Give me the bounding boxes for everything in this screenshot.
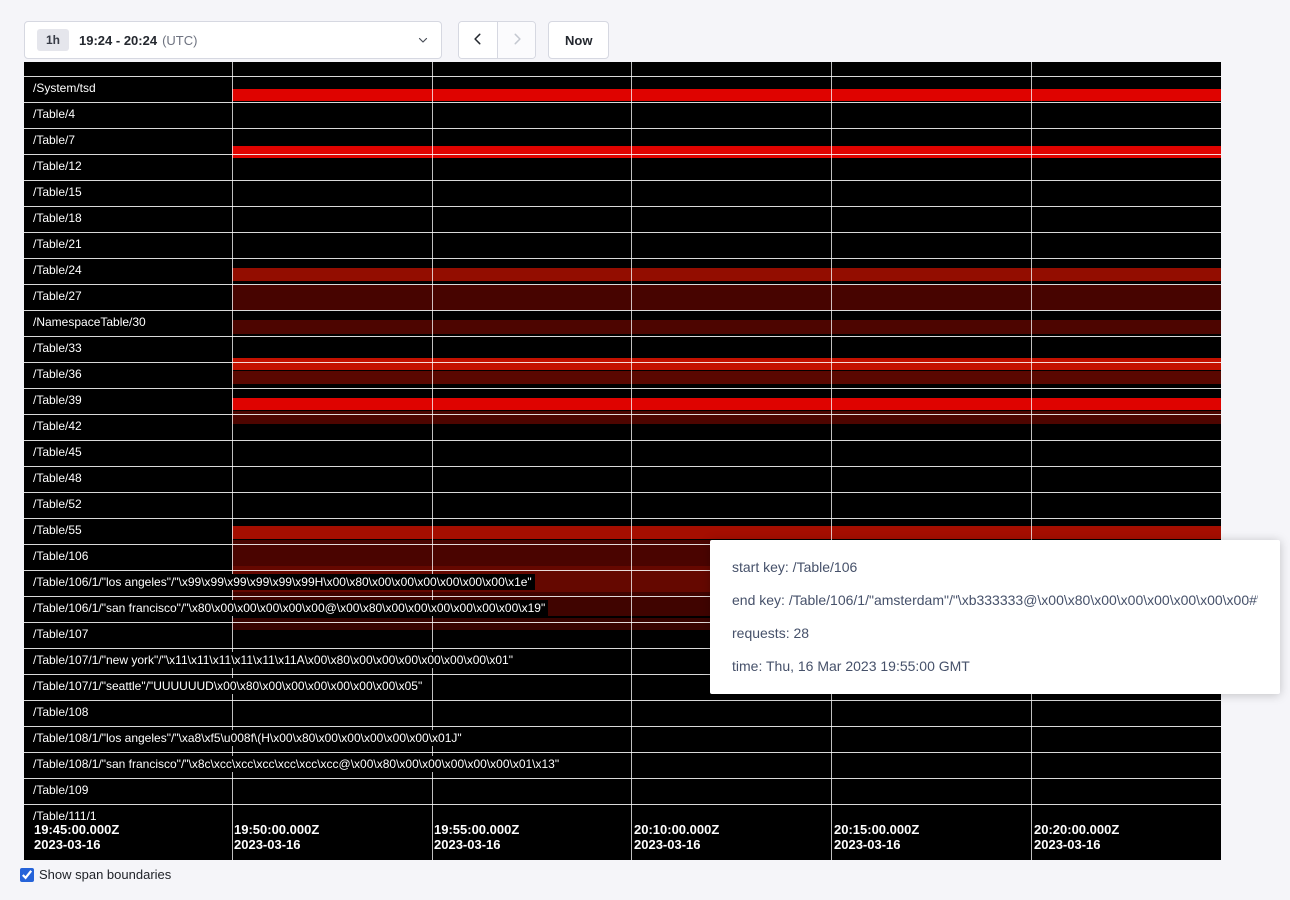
row-key-label: /Table/52 <box>30 496 85 512</box>
tick-time: 20:20:00.000Z <box>1034 822 1119 837</box>
range-value: 19:24 - 20:24 <box>79 33 157 48</box>
row-key-label: /Table/106/1/"san francisco"/"\x80\x00\x… <box>30 600 548 616</box>
tick-date: 2023-03-16 <box>1034 837 1119 852</box>
row-key-label: /Table/15 <box>30 184 85 200</box>
row-key-label: /Table/7 <box>30 132 78 148</box>
span-row[interactable]: /Table/42 <box>24 414 1221 440</box>
toolbar: 1h 19:24 - 20:24 (UTC) Now <box>24 21 609 59</box>
row-key-label: /Table/107/1/"seattle"/"UUUUUUD\x00\x80\… <box>30 678 425 694</box>
span-row[interactable]: /NamespaceTable/30 <box>24 310 1221 336</box>
range-timezone: (UTC) <box>162 33 197 48</box>
tick-date: 2023-03-16 <box>434 837 519 852</box>
span-row[interactable]: /Table/12 <box>24 154 1221 180</box>
tick-time: 19:55:00.000Z <box>434 822 519 837</box>
prev-time-button[interactable] <box>459 22 497 58</box>
chevron-down-icon <box>417 34 429 46</box>
span-row[interactable]: /Table/109 <box>24 778 1221 804</box>
range-label: 19:24 - 20:24 (UTC) <box>79 33 197 48</box>
tick-time: 20:10:00.000Z <box>634 822 719 837</box>
span-row[interactable]: /Table/48 <box>24 466 1221 492</box>
time-tick: 19:55:00.000Z2023-03-16 <box>432 822 519 852</box>
tooltip-requests: requests: 28 <box>732 617 1258 650</box>
row-labels-layer: /System/tsd/Table/4/Table/7/Table/12/Tab… <box>24 76 1221 830</box>
row-key-label: /Table/107 <box>30 626 91 642</box>
row-key-label: /Table/55 <box>30 522 85 538</box>
row-key-label: /Table/109 <box>30 782 91 798</box>
time-tick: 20:10:00.000Z2023-03-16 <box>632 822 719 852</box>
show-span-boundaries-checkbox[interactable] <box>20 868 34 882</box>
row-key-label: /Table/108 <box>30 704 91 720</box>
tick-date: 2023-03-16 <box>34 837 119 852</box>
row-key-label: /Table/42 <box>30 418 85 434</box>
next-time-button[interactable] <box>497 22 535 58</box>
tick-date: 2023-03-16 <box>634 837 719 852</box>
row-key-label: /Table/27 <box>30 288 85 304</box>
tick-date: 2023-03-16 <box>834 837 919 852</box>
row-key-label: /Table/21 <box>30 236 85 252</box>
row-key-label: /Table/108/1/"los angeles"/"\xa8\xf5\u00… <box>30 730 465 746</box>
span-row[interactable]: /Table/108/1/"san francisco"/"\x8c\xcc\x… <box>24 752 1221 778</box>
now-button[interactable]: Now <box>548 21 609 59</box>
span-row[interactable]: /System/tsd <box>24 76 1221 102</box>
row-key-label: /NamespaceTable/30 <box>30 314 149 330</box>
row-key-label: /Table/106/1/"los angeles"/"\x99\x99\x99… <box>30 574 535 590</box>
time-tick: 19:45:00.000Z2023-03-16 <box>32 822 119 852</box>
tick-time: 19:45:00.000Z <box>34 822 119 837</box>
span-row[interactable]: /Table/7 <box>24 128 1221 154</box>
show-span-boundaries-control[interactable]: Show span boundaries <box>20 867 171 882</box>
row-key-label: /Table/108/1/"san francisco"/"\x8c\xcc\x… <box>30 756 562 772</box>
span-row[interactable]: /Table/33 <box>24 336 1221 362</box>
span-row[interactable]: /Table/27 <box>24 284 1221 310</box>
span-row[interactable]: /Table/39 <box>24 388 1221 414</box>
row-key-label: /Table/107/1/"new york"/"\x11\x11\x11\x1… <box>30 652 516 668</box>
tick-time: 19:50:00.000Z <box>234 822 319 837</box>
span-row[interactable]: /Table/36 <box>24 362 1221 388</box>
row-key-label: /Table/12 <box>30 158 85 174</box>
time-tick: 20:20:00.000Z2023-03-16 <box>1032 822 1119 852</box>
span-row[interactable]: /Table/15 <box>24 180 1221 206</box>
range-duration-badge: 1h <box>37 29 69 51</box>
row-key-label: /Table/24 <box>30 262 85 278</box>
time-range-dropdown[interactable]: 1h 19:24 - 20:24 (UTC) <box>24 21 442 59</box>
time-shift-button-group <box>458 21 536 59</box>
span-row[interactable]: /Table/24 <box>24 258 1221 284</box>
row-key-label: /Table/18 <box>30 210 85 226</box>
row-key-label: /Table/36 <box>30 366 85 382</box>
row-key-label: /Table/45 <box>30 444 85 460</box>
row-key-label: /Table/39 <box>30 392 85 408</box>
row-key-label: /System/tsd <box>30 80 99 96</box>
tooltip-end-key: end key: /Table/106/1/"amsterdam"/"\xb33… <box>732 584 1258 617</box>
time-tick: 19:50:00.000Z2023-03-16 <box>232 822 319 852</box>
span-row[interactable]: /Table/18 <box>24 206 1221 232</box>
span-row[interactable]: /Table/52 <box>24 492 1221 518</box>
chevron-left-icon <box>471 32 485 49</box>
time-tick: 20:15:00.000Z2023-03-16 <box>832 822 919 852</box>
row-key-label: /Table/106 <box>30 548 91 564</box>
tooltip-start-key: start key: /Table/106 <box>732 551 1258 584</box>
span-row[interactable]: /Table/4 <box>24 102 1221 128</box>
key-visualizer-page: 1h 19:24 - 20:24 (UTC) Now <box>0 0 1290 900</box>
chevron-right-icon <box>510 32 524 49</box>
span-row[interactable]: /Table/108 <box>24 700 1221 726</box>
key-visualizer-canvas[interactable]: /System/tsd/Table/4/Table/7/Table/12/Tab… <box>24 62 1221 860</box>
span-row[interactable]: /Table/45 <box>24 440 1221 466</box>
tooltip-time: time: Thu, 16 Mar 2023 19:55:00 GMT <box>732 650 1258 683</box>
row-key-label: /Table/33 <box>30 340 85 356</box>
span-tooltip: start key: /Table/106 end key: /Table/10… <box>710 540 1280 694</box>
row-key-label: /Table/48 <box>30 470 85 486</box>
tick-time: 20:15:00.000Z <box>834 822 919 837</box>
span-row[interactable]: /Table/21 <box>24 232 1221 258</box>
time-axis: 19:45:00.000Z2023-03-1619:50:00.000Z2023… <box>24 822 1221 854</box>
show-span-boundaries-label: Show span boundaries <box>39 867 171 882</box>
row-key-label: /Table/4 <box>30 106 78 122</box>
tick-date: 2023-03-16 <box>234 837 319 852</box>
span-row[interactable]: /Table/108/1/"los angeles"/"\xa8\xf5\u00… <box>24 726 1221 752</box>
